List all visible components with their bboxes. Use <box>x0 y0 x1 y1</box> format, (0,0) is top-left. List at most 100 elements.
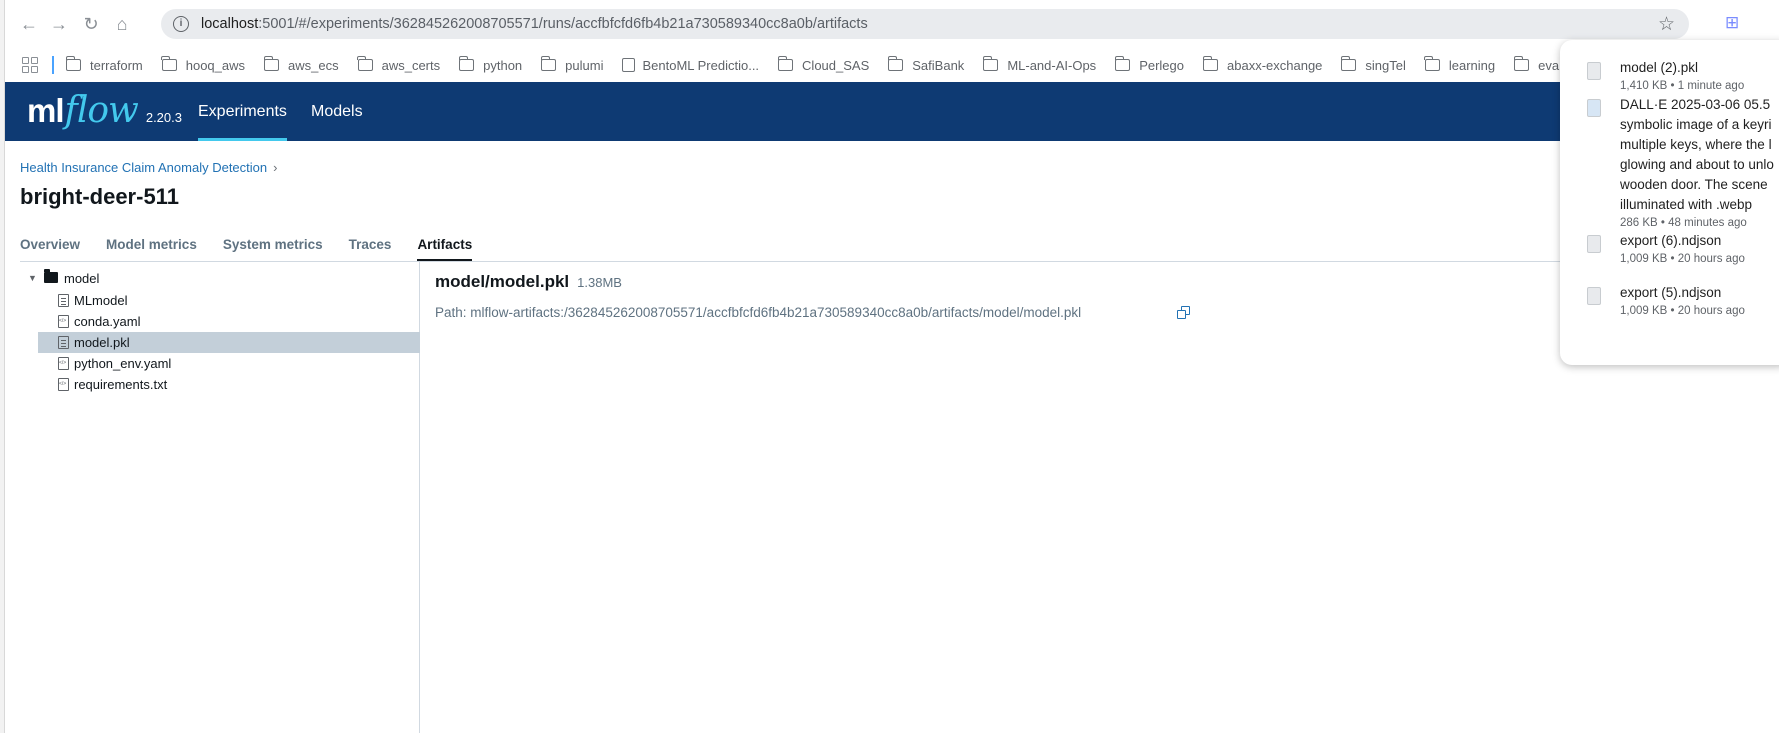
bookmark-label: BentoML Predictio... <box>642 57 760 73</box>
bookmark-item[interactable]: hooq_aws <box>161 56 246 73</box>
bookmark-star-icon[interactable]: ☆ <box>1658 13 1675 36</box>
bookmark-label: singTel <box>1365 57 1406 73</box>
tab-overview[interactable]: Overview <box>20 236 80 262</box>
bookmark-item[interactable]: ML-and-AI-Ops <box>982 56 1097 73</box>
tree-file-label: model.pkl <box>74 335 130 350</box>
download-filename: model (2).pkl <box>1620 60 1699 75</box>
forward-arrow-icon[interactable]: → <box>47 12 71 36</box>
download-filename: export (5).ndjson <box>1620 285 1722 300</box>
tree-file-label: conda.yaml <box>74 314 141 329</box>
download-filename: illuminated with .webp <box>1620 197 1753 212</box>
logo-ml-text: ml <box>27 92 65 129</box>
breadcrumb-experiment-link[interactable]: Health Insurance Claim Anomaly Detection <box>20 160 267 175</box>
bookmark-item[interactable]: learning <box>1424 56 1496 73</box>
breadcrumb-chevron-icon: › <box>273 160 278 175</box>
folder-icon <box>982 56 999 71</box>
tree-file-row[interactable]: requirements.txt <box>38 374 420 395</box>
tab-model-metrics[interactable]: Model metrics <box>106 236 197 262</box>
file-icon <box>58 315 69 328</box>
tree-folder-label: model <box>64 270 100 286</box>
download-meta: 286 KB • 48 minutes ago <box>1620 217 1747 229</box>
file-icon <box>58 294 69 307</box>
folder-icon <box>1424 56 1440 71</box>
bookmark-label: hooq_aws <box>185 57 246 73</box>
bookmark-page-icon <box>622 58 636 72</box>
bookmark-item[interactable]: abaxx-exchange <box>1202 56 1323 73</box>
url-path: :5001/#/experiments/362845262008705571/r… <box>258 16 868 32</box>
caret-down-icon[interactable]: ▼ <box>28 273 37 283</box>
apps-grid-icon[interactable] <box>22 57 38 73</box>
artifact-title: model/model.pkl 1.38MB <box>435 272 622 292</box>
bookmark-item[interactable]: python <box>458 56 523 73</box>
bookmark-item[interactable]: aws_ecs <box>263 56 339 73</box>
mlflow-logo[interactable]: ml flow 2.20.3 <box>27 90 182 132</box>
download-filename: DALL·E 2025-03-06 05.5 <box>1620 97 1771 112</box>
tree-file-row[interactable]: python_env.yaml <box>38 353 420 374</box>
bookmark-item[interactable]: terraform <box>65 56 143 73</box>
bookmark-label: python <box>483 57 523 73</box>
bookmark-label: learning <box>1448 57 1496 73</box>
tree-file-label: MLmodel <box>74 293 128 308</box>
bookmarks-divider <box>52 56 54 74</box>
bookmark-label: pulumi <box>565 57 604 73</box>
bookmark-item[interactable]: aws_certs <box>357 56 441 73</box>
download-meta: 1,009 KB • 20 hours ago <box>1620 305 1745 317</box>
bookmarks-bar: terraform hooq_aws aws_ecs aws_certs python p… <box>5 48 1779 82</box>
reload-icon[interactable]: ↻ <box>79 12 103 36</box>
bookmark-label: aws_ecs <box>288 57 339 73</box>
file-icon <box>58 336 69 349</box>
bookmark-label: Cloud_SAS <box>802 57 870 73</box>
logo-flow-text: flow <box>64 90 139 131</box>
browser-chrome: ← → ↻ ⌂ i localhost:5001/#/experiments/3… <box>5 0 1779 82</box>
url-host: localhost <box>201 16 259 32</box>
bookmark-item[interactable]: pulumi <box>540 56 604 73</box>
folder-icon <box>1340 56 1357 71</box>
nav-experiments[interactable]: Experiments <box>198 82 287 141</box>
bookmark-item[interactable]: BentoML Predictio... <box>622 58 759 73</box>
folder-icon <box>44 269 58 283</box>
download-filename: multiple keys, where the l <box>1620 137 1772 152</box>
tree-file-row[interactable]: conda.yaml <box>38 311 420 332</box>
download-filename: wooden door. The scene <box>1620 177 1768 192</box>
folder-icon <box>263 56 280 71</box>
bookmark-label: SafiBank <box>912 57 965 73</box>
tab-system-metrics[interactable]: System metrics <box>223 236 323 262</box>
download-filename: symbolic image of a keyri <box>1620 117 1772 132</box>
tree-file-row[interactable]: MLmodel <box>38 290 420 311</box>
bookmark-item[interactable]: Cloud_SAS <box>777 56 870 73</box>
file-icon <box>58 357 69 370</box>
bookmark-item[interactable]: singTel <box>1340 56 1406 73</box>
folder-icon <box>1202 56 1218 71</box>
bookmark-label: aws_certs <box>381 57 441 73</box>
home-icon[interactable]: ⌂ <box>110 12 134 36</box>
tab-artifacts[interactable]: Artifacts <box>417 236 472 262</box>
folder-icon <box>1513 56 1530 71</box>
download-filename: export (6).ndjson <box>1620 233 1722 248</box>
tab-traces[interactable]: Traces <box>349 236 392 262</box>
tree-folder-model[interactable]: ▼ model <box>20 266 420 290</box>
translate-extension-icon[interactable]: ⊞ <box>1725 13 1739 33</box>
downloads-popup: model (2).pkl 1,410 KB • 1 minute ago DALL… <box>1560 40 1779 365</box>
run-title: bright-deer-511 <box>20 184 179 209</box>
breadcrumb: Health Insurance Claim Anomaly Detection… <box>20 160 277 175</box>
bookmark-item[interactable]: Perlego <box>1114 56 1184 73</box>
mlflow-version: 2.20.3 <box>145 110 182 125</box>
nav-models[interactable]: Models <box>311 82 363 141</box>
bookmark-item[interactable]: SafiBank <box>887 56 965 73</box>
bookmark-label: abaxx-exchange <box>1227 57 1323 73</box>
file-icon <box>1587 235 1601 253</box>
copy-path-icon[interactable] <box>1177 306 1191 320</box>
file-icon <box>1587 287 1601 305</box>
download-filename: glowing and about to unlo <box>1620 157 1774 172</box>
site-info-icon[interactable]: i <box>173 16 189 32</box>
artifact-tree: ▼ model MLmodel conda.yaml model.pkl python… <box>20 262 420 733</box>
back-arrow-icon[interactable]: ← <box>17 12 41 36</box>
image-file-icon <box>1587 99 1601 117</box>
bookmark-label: ML-and-AI-Ops <box>1007 57 1097 73</box>
address-bar[interactable]: i localhost:5001/#/experiments/362845262… <box>161 9 1689 39</box>
download-meta: 1,009 KB • 20 hours ago <box>1620 253 1745 265</box>
artifact-name: model/model.pkl <box>435 272 570 291</box>
address-url[interactable]: localhost:5001/#/experiments/36284526200… <box>201 16 868 32</box>
browser-window: ← → ↻ ⌂ i localhost:5001/#/experiments/3… <box>0 0 1779 733</box>
tree-file-row[interactable]: model.pkl <box>38 332 420 353</box>
